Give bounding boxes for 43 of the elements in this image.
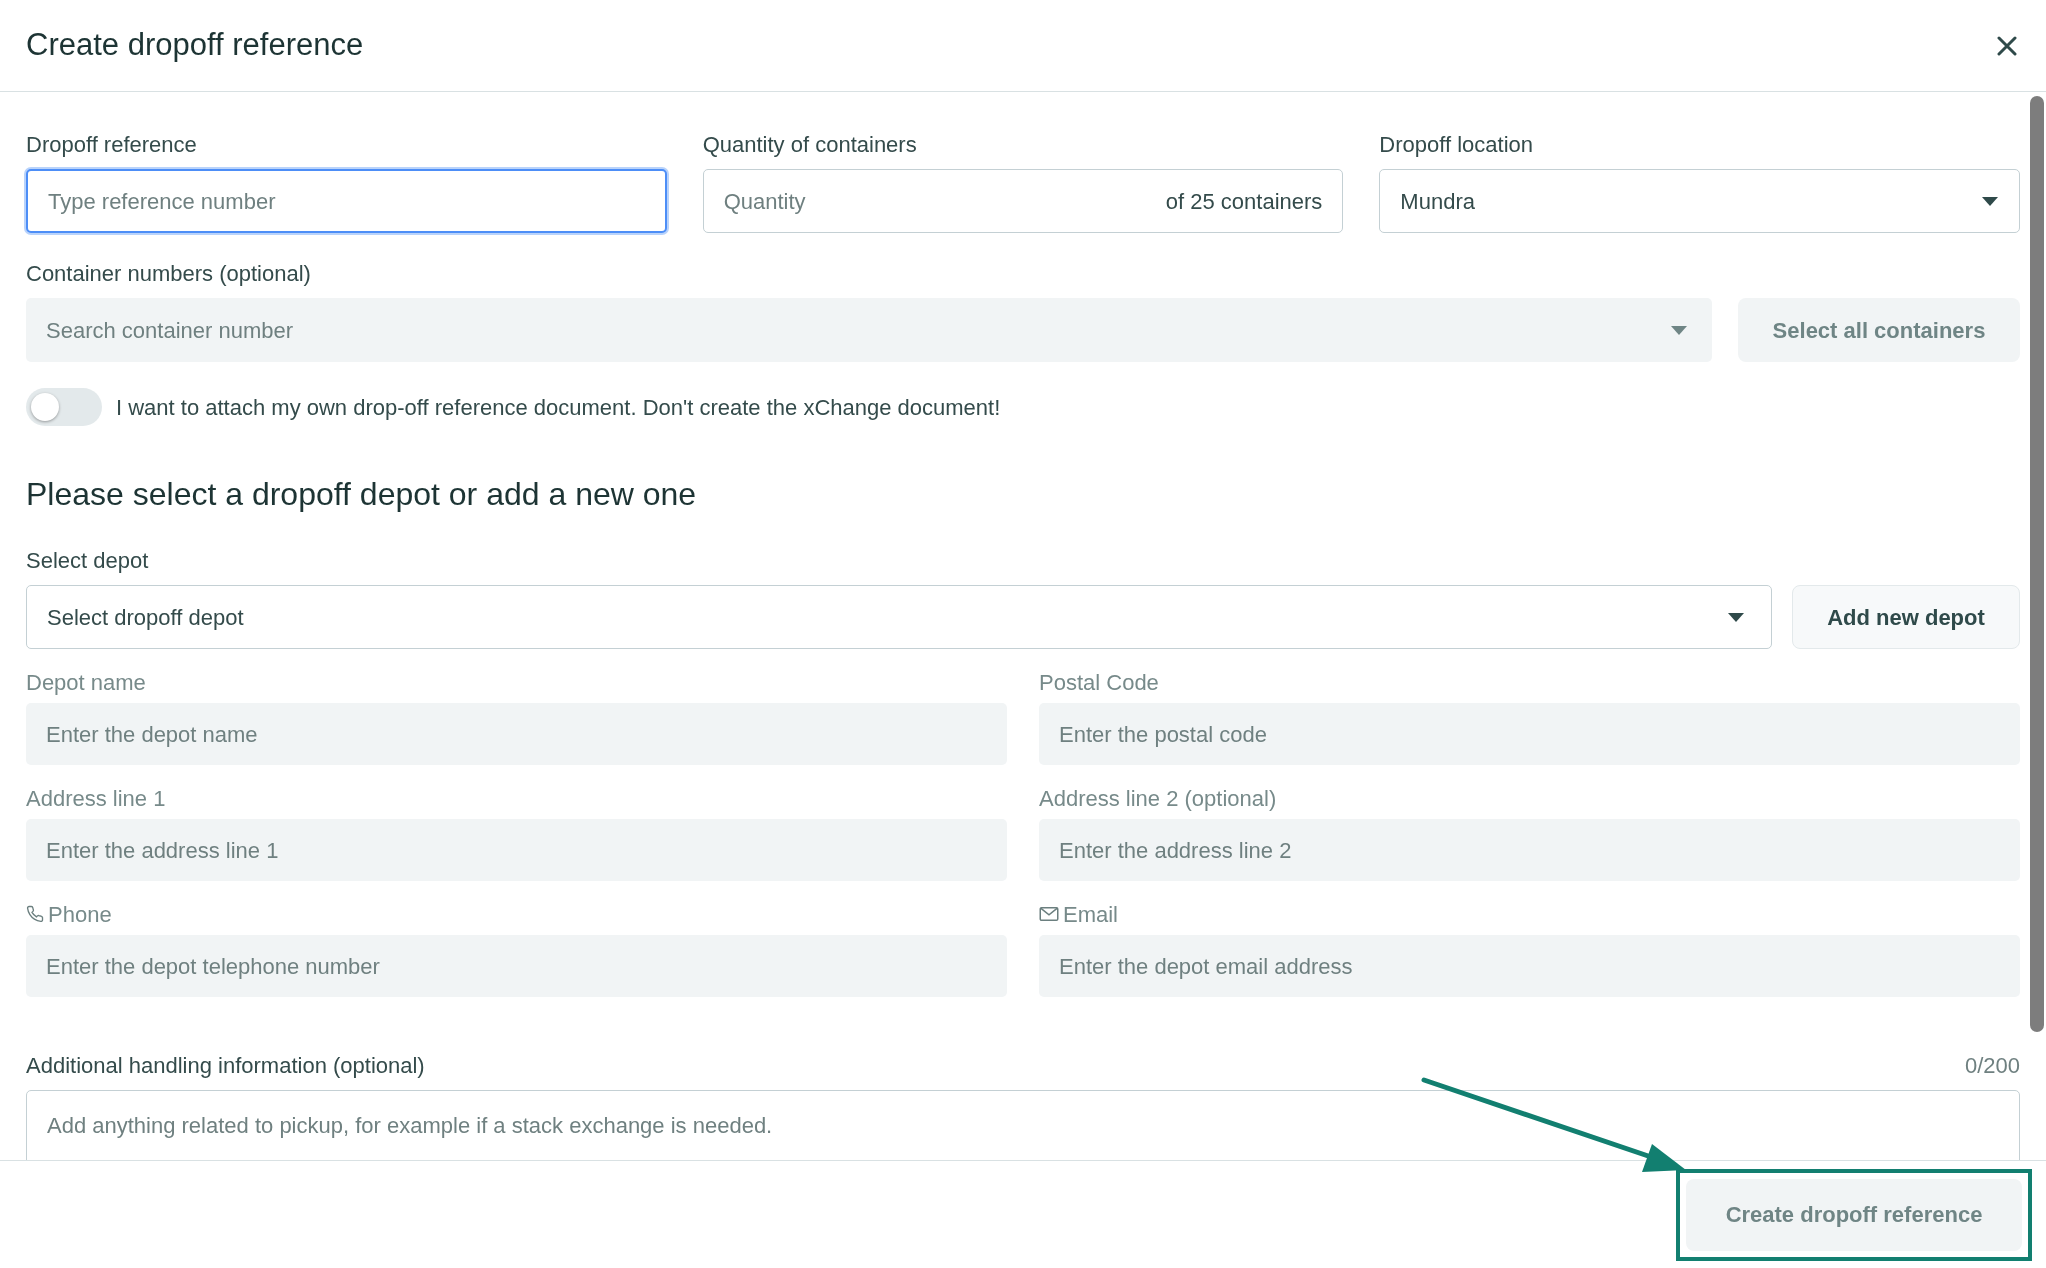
select-placeholder: Select dropoff depot (47, 603, 244, 632)
section-heading: Please select a dropoff depot or add a new one (26, 475, 698, 514)
quantity-suffix: of 25 containers (1165, 187, 1323, 216)
field-label: Depot name (26, 668, 146, 697)
field-label: Address line 2 (optional) (1039, 784, 1277, 813)
add-depot-button[interactable]: Add new depot (1792, 585, 2020, 649)
field-label: Additional handling information (optional) (26, 1052, 425, 1080)
input-placeholder: Enter the address line 1 (46, 836, 279, 865)
textarea-placeholder: Add anything related to pickup, for example if a stack exchange is needed. (47, 1113, 773, 1138)
input-placeholder: Quantity (723, 187, 806, 216)
caret-icon (1670, 324, 1688, 336)
character-counter: 0/200 (1964, 1052, 2020, 1080)
envelope-icon (1039, 906, 1059, 922)
input-placeholder: Enter the postal code (1059, 720, 1267, 749)
input-placeholder: Search container number (46, 316, 294, 345)
input-placeholder: Enter the depot name (46, 720, 258, 749)
field-label: Email (1063, 900, 1118, 929)
input-placeholder: Enter the depot email address (1059, 952, 1353, 981)
phone-icon (26, 905, 44, 923)
field-label: Address line 1 (26, 784, 166, 813)
caret-icon (1981, 195, 1999, 207)
toggle-label: I want to attach my own drop-off reference document. Don't create the xChange document! (116, 393, 1001, 422)
input-placeholder: Type reference number (48, 187, 276, 216)
caret-icon (1727, 611, 1745, 623)
location-select[interactable]: Mundra (1379, 169, 2020, 233)
scrollbar-thumb[interactable] (2030, 96, 2044, 1032)
field-label: Postal Code (1039, 668, 1159, 697)
field-label: Phone (48, 900, 112, 929)
toggle-switch[interactable] (26, 388, 102, 426)
field-label: Container numbers (optional) (26, 260, 312, 288)
depot-select[interactable]: Select dropoff depot (26, 585, 1772, 649)
field-label: Select depot (26, 547, 150, 575)
field-label: Dropoff location (1379, 131, 1535, 159)
reference-field[interactable]: Type reference number (26, 169, 667, 233)
input-placeholder: Enter the depot telephone number (46, 952, 380, 981)
dialog-title: Create dropoff reference (26, 26, 364, 65)
container-search-select[interactable]: Search container number (26, 298, 1712, 362)
quantity-field[interactable]: Quantity of 25 containers (702, 169, 1344, 233)
input-placeholder: Enter the address line 2 (1059, 836, 1292, 865)
close-icon (1997, 35, 2017, 56)
field-label: Dropoff reference (26, 131, 198, 159)
field-label: Quantity of containers (702, 131, 918, 159)
select-value: Mundra (1400, 187, 1475, 216)
